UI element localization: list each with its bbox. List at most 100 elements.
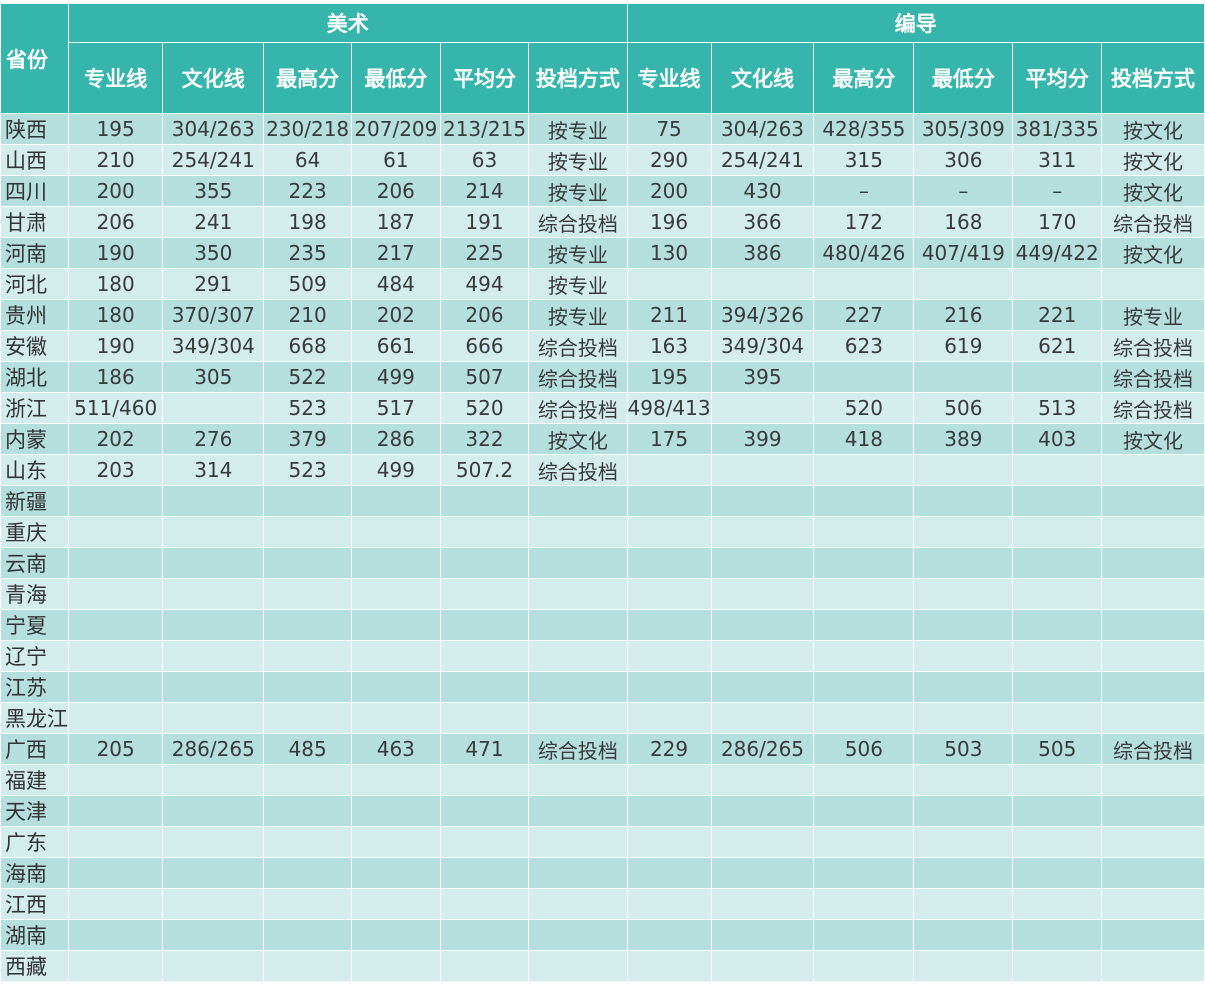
art-cell: 217	[350, 237, 441, 269]
column-header-row: 专业线 文化线 最高分 最低分 平均分 投档方式 专业线 文化线 最高分 最低分…	[1, 42, 1205, 114]
directing-cell: 172	[813, 206, 915, 238]
directing-cell: 175	[626, 423, 712, 455]
directing-cell	[813, 547, 915, 579]
art-cell	[162, 578, 265, 610]
table-row: 西藏	[0, 950, 1205, 982]
directing-cell: 381/335	[1012, 113, 1103, 145]
art-cell	[439, 485, 530, 517]
art-cell: 202	[67, 423, 164, 455]
directing-cell	[710, 702, 815, 734]
art-cell: 综合投档	[528, 454, 628, 486]
column-header: 最高分	[813, 42, 915, 114]
directing-cell	[710, 392, 815, 424]
art-cell	[350, 640, 441, 672]
group-header-art: 美术	[68, 3, 628, 43]
directing-cell: 366	[710, 206, 815, 238]
art-cell: 综合投档	[528, 733, 628, 765]
art-cell: 205	[67, 733, 164, 765]
art-cell	[162, 640, 265, 672]
province-cell: 湖南	[0, 919, 69, 951]
column-header: 平均分	[439, 42, 530, 114]
art-cell: 485	[263, 733, 352, 765]
directing-cell: 227	[813, 299, 915, 331]
art-cell	[67, 640, 164, 672]
directing-cell: 168	[913, 206, 1014, 238]
art-cell: 综合投档	[528, 361, 628, 393]
art-cell: 210	[67, 144, 164, 176]
art-cell	[67, 702, 164, 734]
art-cell	[162, 485, 265, 517]
directing-cell	[813, 764, 915, 796]
art-cell	[528, 795, 628, 827]
art-cell: 200	[67, 175, 164, 207]
directing-cell	[913, 857, 1014, 889]
art-cell	[162, 547, 265, 579]
art-cell	[350, 578, 441, 610]
directing-cell	[626, 268, 712, 300]
art-cell	[350, 609, 441, 641]
column-header: 最低分	[913, 42, 1014, 114]
art-cell	[67, 485, 164, 517]
art-cell	[162, 764, 265, 796]
art-cell	[439, 516, 530, 548]
art-cell	[263, 702, 352, 734]
province-cell: 安徽	[0, 330, 69, 362]
art-cell	[528, 671, 628, 703]
directing-cell: 503	[913, 733, 1014, 765]
table-row: 河北 180 291 509 484 494 按专业	[0, 268, 1205, 300]
art-cell	[162, 950, 265, 982]
art-cell	[263, 547, 352, 579]
directing-cell: 195	[626, 361, 712, 393]
directing-cell: 229	[626, 733, 712, 765]
art-cell: 304/263	[162, 113, 265, 145]
directing-cell: 按文化	[1101, 144, 1205, 176]
art-cell: 291	[162, 268, 265, 300]
directing-cell	[913, 795, 1014, 827]
art-cell	[263, 919, 352, 951]
art-cell: 379	[263, 423, 352, 455]
directing-cell	[626, 516, 712, 548]
art-cell	[528, 547, 628, 579]
art-cell: 305	[162, 361, 265, 393]
province-cell: 甘肃	[0, 206, 69, 238]
directing-cell	[1012, 671, 1103, 703]
directing-cell	[1012, 609, 1103, 641]
directing-cell	[626, 702, 712, 734]
directing-cell	[710, 609, 815, 641]
table-row: 辽宁	[0, 640, 1205, 672]
art-cell	[350, 547, 441, 579]
art-cell: 按文化	[528, 423, 628, 455]
table-row: 四川 200 355 223 206 214 按专业 200 430– – – 按文化	[0, 175, 1205, 207]
directing-cell: 506	[813, 733, 915, 765]
art-cell: 按专业	[528, 237, 628, 269]
table-row: 山东 203 314 523 499 507.2 综合投档	[0, 454, 1205, 486]
art-cell: 180	[67, 268, 164, 300]
directing-cell: 619	[913, 330, 1014, 362]
art-cell	[162, 392, 265, 424]
directing-cell: 349/304	[710, 330, 815, 362]
art-cell	[350, 857, 441, 889]
directing-cell	[1012, 950, 1103, 982]
directing-cell	[626, 795, 712, 827]
directing-cell	[1101, 919, 1205, 951]
art-cell	[439, 640, 530, 672]
art-cell	[350, 795, 441, 827]
province-header: 省份	[0, 3, 69, 114]
art-cell: 241	[162, 206, 265, 238]
province-cell: 黑龙江	[0, 702, 69, 734]
province-cell: 云南	[0, 547, 69, 579]
table-row: 宁夏	[0, 609, 1205, 641]
art-cell	[67, 950, 164, 982]
directing-cell	[710, 795, 815, 827]
directing-cell	[710, 516, 815, 548]
art-cell: 按专业	[528, 113, 628, 145]
directing-cell	[710, 826, 815, 858]
directing-cell	[913, 702, 1014, 734]
art-cell: 276	[162, 423, 265, 455]
art-cell: 按专业	[528, 144, 628, 176]
table-row: 黑龙江	[0, 702, 1205, 734]
directing-cell	[813, 268, 915, 300]
art-cell: 463	[350, 733, 441, 765]
art-cell	[439, 795, 530, 827]
column-header: 最低分	[350, 42, 441, 114]
